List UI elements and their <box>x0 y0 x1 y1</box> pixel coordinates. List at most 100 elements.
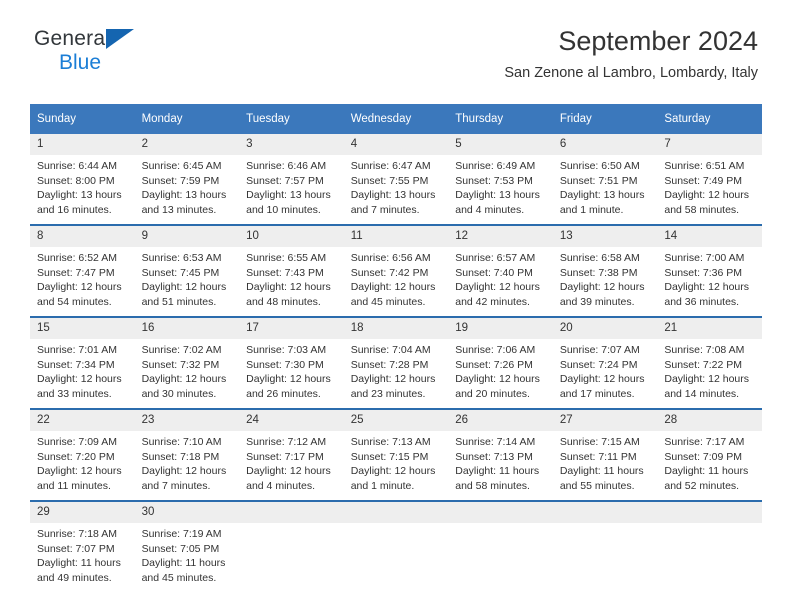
calendar-day-cell-empty <box>448 500 553 592</box>
calendar-day-cell[interactable]: 10 Sunrise: 6:55 AM Sunset: 7:43 PM Dayligh… <box>239 224 344 317</box>
daylight-duration-line2: and 4 minutes. <box>455 203 525 216</box>
day-number: 27 <box>552 410 658 431</box>
day-number: 16 <box>134 318 240 339</box>
sunset-time: Sunset: 7:17 PM <box>246 450 324 463</box>
calendar-week-row: 8 Sunrise: 6:52 AM Sunset: 7:47 PM Daylight… <box>30 224 762 317</box>
calendar-day-cell[interactable]: 27 Sunrise: 7:15 AM Sunset: 7:11 PM Dayligh… <box>552 408 658 501</box>
daylight-duration-line1: Daylight: 13 hours <box>141 189 227 202</box>
brand-logo-top-row: General <box>34 28 204 50</box>
daylight-duration-line1: Daylight: 12 hours <box>559 373 645 386</box>
calendar-day-cell[interactable]: 5 Sunrise: 6:49 AM Sunset: 7:53 PM Daylight… <box>448 134 553 225</box>
sunset-time: Sunset: 7:15 PM <box>350 450 429 463</box>
calendar-day-cell[interactable]: 20 Sunrise: 7:07 AM Sunset: 7:24 PM Dayligh… <box>552 316 658 409</box>
day-number: 18 <box>343 318 449 339</box>
calendar-week-row: 15 Sunrise: 7:01 AM Sunset: 7:34 PM Dayligh… <box>30 316 762 409</box>
daylight-duration-line2: and 17 minutes. <box>559 387 635 400</box>
day-details: Sunrise: 6:46 AM Sunset: 7:57 PM Daylight:… <box>239 155 344 217</box>
sunset-time: Sunset: 7:38 PM <box>559 266 638 279</box>
weekday-header-saturday: Saturday <box>657 104 762 134</box>
day-number: 10 <box>239 226 344 247</box>
daylight-duration-line1: Daylight: 12 hours <box>141 281 227 294</box>
day-number: 11 <box>343 226 449 247</box>
daylight-duration-line2: and 1 minute. <box>350 479 415 492</box>
sunset-time: Sunset: 7:26 PM <box>455 358 533 371</box>
daylight-duration-line1: Daylight: 12 hours <box>141 373 227 386</box>
day-details: Sunrise: 6:56 AM Sunset: 7:42 PM Daylight:… <box>344 247 449 309</box>
day-details: Sunrise: 7:15 AM Sunset: 7:11 PM Daylight:… <box>553 431 658 493</box>
sunrise-time: Sunrise: 7:00 AM <box>664 252 745 264</box>
sunrise-time: Sunrise: 6:55 AM <box>246 252 327 264</box>
daylight-duration-line1: Daylight: 13 hours <box>350 189 436 202</box>
calendar-day-cell[interactable]: 3 Sunrise: 6:46 AM Sunset: 7:57 PM Daylight… <box>239 134 344 225</box>
calendar-day-cell[interactable]: 18 Sunrise: 7:04 AM Sunset: 7:28 PM Dayligh… <box>343 316 449 409</box>
daylight-duration-line2: and 48 minutes. <box>246 295 321 308</box>
sunset-time: Sunset: 7:42 PM <box>350 266 429 279</box>
calendar-day-cell[interactable]: 7 Sunrise: 6:51 AM Sunset: 7:49 PM Daylight… <box>657 134 762 225</box>
sunset-time: Sunset: 7:55 PM <box>350 174 429 187</box>
calendar-day-cell-empty <box>552 500 658 592</box>
day-number: 29 <box>30 502 135 523</box>
calendar-day-cell[interactable]: 25 Sunrise: 7:13 AM Sunset: 7:15 PM Dayligh… <box>343 408 449 501</box>
calendar-day-cell[interactable]: 22 Sunrise: 7:09 AM Sunset: 7:20 PM Dayligh… <box>30 408 135 501</box>
day-number: 2 <box>134 134 240 155</box>
calendar-day-cell[interactable]: 1 Sunrise: 6:44 AM Sunset: 8:00 PM Daylight… <box>30 134 135 225</box>
calendar-day-cell[interactable]: 11 Sunrise: 6:56 AM Sunset: 7:42 PM Dayligh… <box>343 224 449 317</box>
weekday-header-friday: Friday <box>552 104 658 134</box>
daylight-duration-line2: and 55 minutes. <box>559 479 635 492</box>
calendar-day-cell-empty <box>343 500 449 592</box>
day-details: Sunrise: 6:50 AM Sunset: 7:51 PM Daylight:… <box>553 155 658 217</box>
brand-name-general: General <box>34 27 111 50</box>
sunset-time: Sunset: 7:28 PM <box>350 358 429 371</box>
daylight-duration-line2: and 52 minutes. <box>664 479 740 492</box>
calendar-day-cell[interactable]: 26 Sunrise: 7:14 AM Sunset: 7:13 PM Dayligh… <box>448 408 553 501</box>
calendar-day-cell-empty <box>239 500 344 592</box>
calendar-day-cell[interactable]: 30 Sunrise: 7:19 AM Sunset: 7:05 PM Dayligh… <box>134 500 240 592</box>
day-number <box>657 502 762 523</box>
daylight-duration-line2: and 49 minutes. <box>37 571 112 584</box>
sunset-time: Sunset: 7:43 PM <box>246 266 324 279</box>
calendar-day-cell[interactable]: 19 Sunrise: 7:06 AM Sunset: 7:26 PM Dayligh… <box>448 316 553 409</box>
day-number: 17 <box>239 318 344 339</box>
weekday-header-thursday: Thursday <box>448 104 553 134</box>
day-number: 13 <box>552 226 658 247</box>
daylight-duration-line1: Daylight: 11 hours <box>141 557 226 570</box>
calendar-body: 1 Sunrise: 6:44 AM Sunset: 8:00 PM Daylight… <box>30 134 762 592</box>
calendar-day-cell[interactable]: 24 Sunrise: 7:12 AM Sunset: 7:17 PM Dayligh… <box>239 408 344 501</box>
calendar-day-cell[interactable]: 2 Sunrise: 6:45 AM Sunset: 7:59 PM Daylight… <box>134 134 240 225</box>
calendar-day-cell[interactable]: 17 Sunrise: 7:03 AM Sunset: 7:30 PM Dayligh… <box>239 316 344 409</box>
sunset-time: Sunset: 7:34 PM <box>37 358 115 371</box>
daylight-duration-line1: Daylight: 12 hours <box>350 465 436 478</box>
daylight-duration-line1: Daylight: 12 hours <box>664 189 750 202</box>
calendar-day-cell[interactable]: 29 Sunrise: 7:18 AM Sunset: 7:07 PM Dayligh… <box>30 500 135 592</box>
calendar-day-cell[interactable]: 8 Sunrise: 6:52 AM Sunset: 7:47 PM Daylight… <box>30 224 135 317</box>
day-details: Sunrise: 7:10 AM Sunset: 7:18 PM Daylight:… <box>135 431 240 493</box>
day-number: 20 <box>552 318 658 339</box>
sunrise-time: Sunrise: 7:06 AM <box>455 344 536 356</box>
daylight-duration-line2: and 33 minutes. <box>37 387 112 400</box>
day-details: Sunrise: 7:03 AM Sunset: 7:30 PM Daylight:… <box>239 339 344 401</box>
calendar-day-cell[interactable]: 15 Sunrise: 7:01 AM Sunset: 7:34 PM Dayligh… <box>30 316 135 409</box>
day-number <box>448 502 553 523</box>
day-details: Sunrise: 7:13 AM Sunset: 7:15 PM Daylight:… <box>344 431 449 493</box>
calendar-day-cell[interactable]: 4 Sunrise: 6:47 AM Sunset: 7:55 PM Daylight… <box>343 134 449 225</box>
day-number: 3 <box>239 134 344 155</box>
day-details: Sunrise: 6:45 AM Sunset: 7:59 PM Daylight:… <box>135 155 240 217</box>
day-number: 23 <box>134 410 240 431</box>
sunrise-time: Sunrise: 7:02 AM <box>141 344 222 356</box>
calendar-day-cell[interactable]: 6 Sunrise: 6:50 AM Sunset: 7:51 PM Daylight… <box>552 134 658 225</box>
calendar-day-cell[interactable]: 9 Sunrise: 6:53 AM Sunset: 7:45 PM Daylight… <box>134 224 240 317</box>
calendar-grid: Sunday Monday Tuesday Wednesday Thursday… <box>30 104 762 592</box>
calendar-day-cell[interactable]: 13 Sunrise: 6:58 AM Sunset: 7:38 PM Dayligh… <box>552 224 658 317</box>
calendar-day-cell[interactable]: 14 Sunrise: 7:00 AM Sunset: 7:36 PM Dayligh… <box>657 224 762 317</box>
calendar-day-cell-empty <box>657 500 762 592</box>
sunrise-time: Sunrise: 6:51 AM <box>664 160 745 172</box>
daylight-duration-line1: Daylight: 12 hours <box>664 281 750 294</box>
daylight-duration-line2: and 36 minutes. <box>664 295 740 308</box>
calendar-day-cell[interactable]: 23 Sunrise: 7:10 AM Sunset: 7:18 PM Dayligh… <box>134 408 240 501</box>
calendar-day-cell[interactable]: 21 Sunrise: 7:08 AM Sunset: 7:22 PM Dayligh… <box>657 316 762 409</box>
sunrise-time: Sunrise: 6:50 AM <box>559 160 640 172</box>
calendar-day-cell[interactable]: 28 Sunrise: 7:17 AM Sunset: 7:09 PM Dayligh… <box>657 408 762 501</box>
calendar-day-cell[interactable]: 16 Sunrise: 7:02 AM Sunset: 7:32 PM Dayligh… <box>134 316 240 409</box>
day-number: 24 <box>239 410 344 431</box>
calendar-day-cell[interactable]: 12 Sunrise: 6:57 AM Sunset: 7:40 PM Dayligh… <box>448 224 553 317</box>
